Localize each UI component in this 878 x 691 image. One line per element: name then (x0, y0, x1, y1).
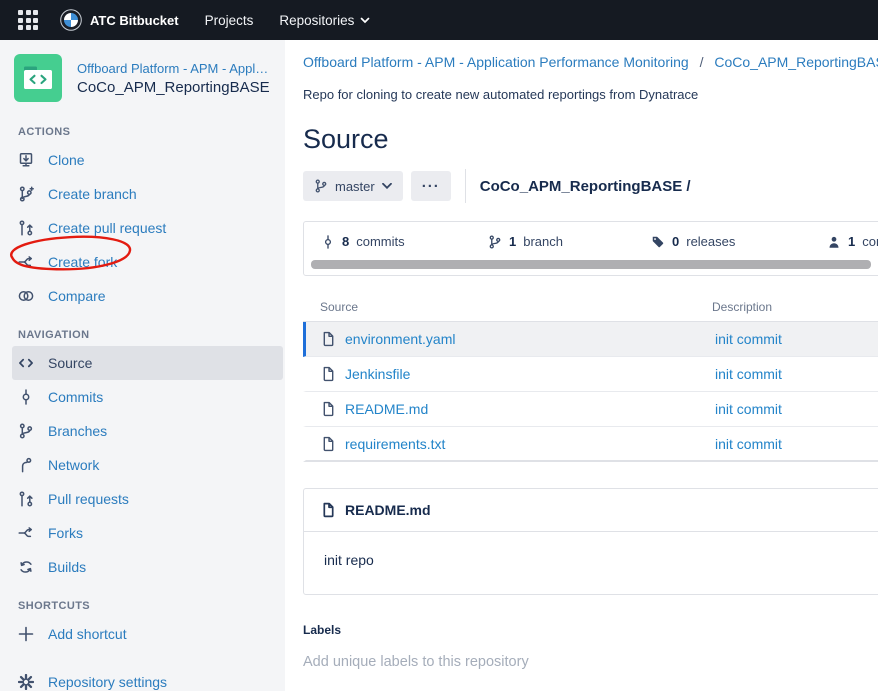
file-icon (320, 331, 336, 347)
stat-contributors[interactable]: 1contributor (827, 234, 878, 249)
sidebar-item-branches[interactable]: Branches (12, 414, 283, 448)
bmw-logo (60, 9, 82, 31)
sidebar-item-compare[interactable]: Compare (12, 279, 283, 313)
sidebar-item-create-fork[interactable]: Create fork (12, 245, 283, 279)
file-path: CoCo_APM_ReportingBASE / (480, 178, 691, 195)
labels-input-placeholder[interactable]: Add unique labels to this repository (303, 654, 878, 670)
tag-icon (651, 235, 665, 249)
breadcrumb-project-link[interactable]: Offboard Platform - APM - Application Pe… (303, 54, 689, 70)
nav-projects[interactable]: Projects (205, 13, 254, 28)
file-icon (320, 366, 336, 382)
pull-request-icon (18, 220, 34, 236)
file-link[interactable]: Jenkinsfile (345, 366, 410, 382)
file-table-header: Source Description (303, 292, 878, 322)
source-icon (18, 355, 34, 371)
repo-stats-bar: 8commits 1branch 0releases (303, 221, 878, 276)
stat-commits[interactable]: 8commits (321, 234, 405, 249)
commit-message-link[interactable]: init commit (715, 401, 782, 417)
top-navbar: ATC Bitbucket Projects Repositories (0, 0, 878, 40)
readme-header: README.md (304, 489, 878, 532)
chevron-down-icon (360, 17, 370, 24)
breadcrumb-repo-link[interactable]: CoCo_APM_ReportingBASE (714, 54, 878, 70)
person-icon (827, 235, 841, 249)
sidebar-item-create-pull-request[interactable]: Create pull request (12, 211, 283, 245)
sidebar-item-commits[interactable]: Commits (12, 380, 283, 414)
table-row[interactable]: requirements.txt init commit (303, 427, 878, 462)
table-row[interactable]: README.md init commit (303, 392, 878, 427)
file-link[interactable]: README.md (345, 401, 428, 417)
bitbucket-repo-page: ATC Bitbucket Projects Repositories Offb… (0, 0, 878, 691)
branch-icon (488, 235, 502, 249)
stat-releases[interactable]: 0releases (651, 234, 735, 249)
source-controls: master ··· CoCo_APM_ReportingBASE / (303, 170, 878, 202)
commit-message-link[interactable]: init commit (715, 331, 782, 347)
sidebar-item-repository-settings[interactable]: Repository settings (12, 665, 283, 691)
file-icon (320, 502, 336, 518)
readme-content: init repo (304, 532, 878, 594)
gear-icon (18, 674, 34, 690)
sidebar-item-add-shortcut[interactable]: Add shortcut (12, 617, 283, 651)
breadcrumb-separator: / (700, 54, 704, 70)
project-link[interactable]: Offboard Platform - APM - Application Pe… (77, 61, 269, 76)
commit-icon (18, 389, 34, 405)
chevron-down-icon (382, 183, 392, 189)
table-row[interactable]: Jenkinsfile init commit (303, 357, 878, 392)
repo-avatar (14, 54, 62, 102)
file-link[interactable]: environment.yaml (345, 331, 456, 347)
breadcrumb: Offboard Platform - APM - Application Pe… (303, 54, 878, 70)
fork-icon (18, 254, 34, 270)
create-branch-icon (18, 186, 34, 202)
plus-icon (18, 626, 34, 642)
file-table: Source Description environment.yaml init… (303, 292, 878, 462)
brand[interactable]: ATC Bitbucket (60, 9, 179, 31)
stat-branches[interactable]: 1branch (488, 234, 563, 249)
commit-message-link[interactable]: init commit (715, 436, 782, 452)
compare-icon (18, 288, 34, 304)
sidebar-item-pull-requests[interactable]: Pull requests (12, 482, 283, 516)
table-row[interactable]: environment.yaml init commit (303, 322, 878, 357)
file-icon (320, 401, 336, 417)
sidebar-item-network[interactable]: Network (12, 448, 283, 482)
nav-repositories[interactable]: Repositories (279, 13, 370, 28)
repo-name: CoCo_APM_ReportingBASE (77, 79, 270, 96)
file-icon (320, 436, 336, 452)
fork-icon (18, 525, 34, 541)
builds-icon (18, 559, 34, 575)
section-title-navigation: NAVIGATION (18, 329, 285, 341)
readme-filename: README.md (345, 502, 431, 518)
column-header-source: Source (320, 300, 358, 314)
labels-heading: Labels (303, 623, 878, 637)
divider (465, 169, 466, 203)
clone-icon (18, 152, 34, 168)
sidebar-item-create-branch[interactable]: Create branch (12, 177, 283, 211)
repo-header: Offboard Platform - APM - Application Pe… (0, 40, 285, 110)
column-header-description: Description (712, 300, 772, 314)
branch-icon (18, 423, 34, 439)
network-icon (18, 457, 34, 473)
readme-panel: README.md init repo (303, 488, 878, 595)
main-content: Offboard Platform - APM - Application Pe… (285, 40, 878, 691)
sidebar: Offboard Platform - APM - Application Pe… (0, 40, 285, 691)
section-title-shortcuts: SHORTCUTS (18, 600, 285, 612)
sidebar-item-clone[interactable]: Clone (12, 143, 283, 177)
app-title: ATC Bitbucket (90, 13, 179, 28)
repo-description: Repo for cloning to create new automated… (303, 87, 878, 102)
file-link[interactable]: requirements.txt (345, 436, 445, 452)
more-actions-button[interactable]: ··· (411, 171, 451, 201)
branch-icon (314, 179, 328, 193)
sidebar-item-source[interactable]: Source (12, 346, 283, 380)
sidebar-item-builds[interactable]: Builds (12, 550, 283, 584)
branch-selector-button[interactable]: master (303, 171, 403, 201)
section-title-actions: ACTIONS (18, 126, 285, 138)
sidebar-item-forks[interactable]: Forks (12, 516, 283, 550)
horizontal-scrollbar[interactable] (311, 260, 871, 269)
commit-message-link[interactable]: init commit (715, 366, 782, 382)
page-title: Source (303, 124, 878, 155)
commit-icon (321, 235, 335, 249)
app-switcher-icon[interactable] (18, 10, 38, 30)
pull-request-icon (18, 491, 34, 507)
